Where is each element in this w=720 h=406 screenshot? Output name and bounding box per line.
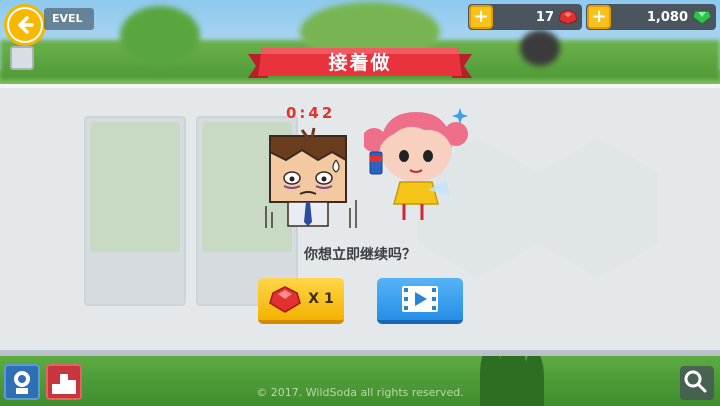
profile-card-icon[interactable] [10, 46, 34, 70]
level-card-faded [84, 116, 186, 306]
back-arrow-icon [9, 9, 41, 41]
emerald-currency: + 1,080 [586, 4, 716, 30]
watch-video-button[interactable] [377, 278, 463, 324]
tired-boy-character [265, 127, 357, 228]
girl-character-with-drink [364, 108, 468, 220]
achievements-icon[interactable] [4, 364, 40, 400]
continue-with-ruby-button[interactable]: X 1 [258, 278, 344, 324]
ruby-count: 17 [535, 9, 554, 25]
emerald-icon [692, 10, 712, 25]
dialog-title: 接着做 [328, 52, 392, 74]
ruby-icon [558, 9, 578, 25]
search-icon[interactable] [680, 366, 714, 400]
video-play-icon [402, 286, 438, 312]
ruby-icon [269, 286, 302, 313]
continue-question: 你想立即继续吗？ [304, 247, 416, 263]
emerald-count: 1,080 [646, 9, 688, 25]
rock-blur [520, 30, 560, 66]
buy-rubies-button[interactable]: + [469, 5, 493, 29]
tree-blur [120, 6, 200, 66]
level-label: EVEL [44, 8, 94, 30]
ruby-cost-label: X 1 [308, 291, 334, 307]
countdown-timer: 0:42 [286, 104, 336, 122]
copyright-text: © 2017. WildSoda all rights reserved. [256, 386, 464, 399]
buy-emeralds-button[interactable]: + [587, 5, 611, 29]
back-button[interactable] [4, 4, 46, 46]
leaderboard-icon[interactable] [46, 364, 82, 400]
ruby-currency: + 17 [468, 4, 582, 30]
